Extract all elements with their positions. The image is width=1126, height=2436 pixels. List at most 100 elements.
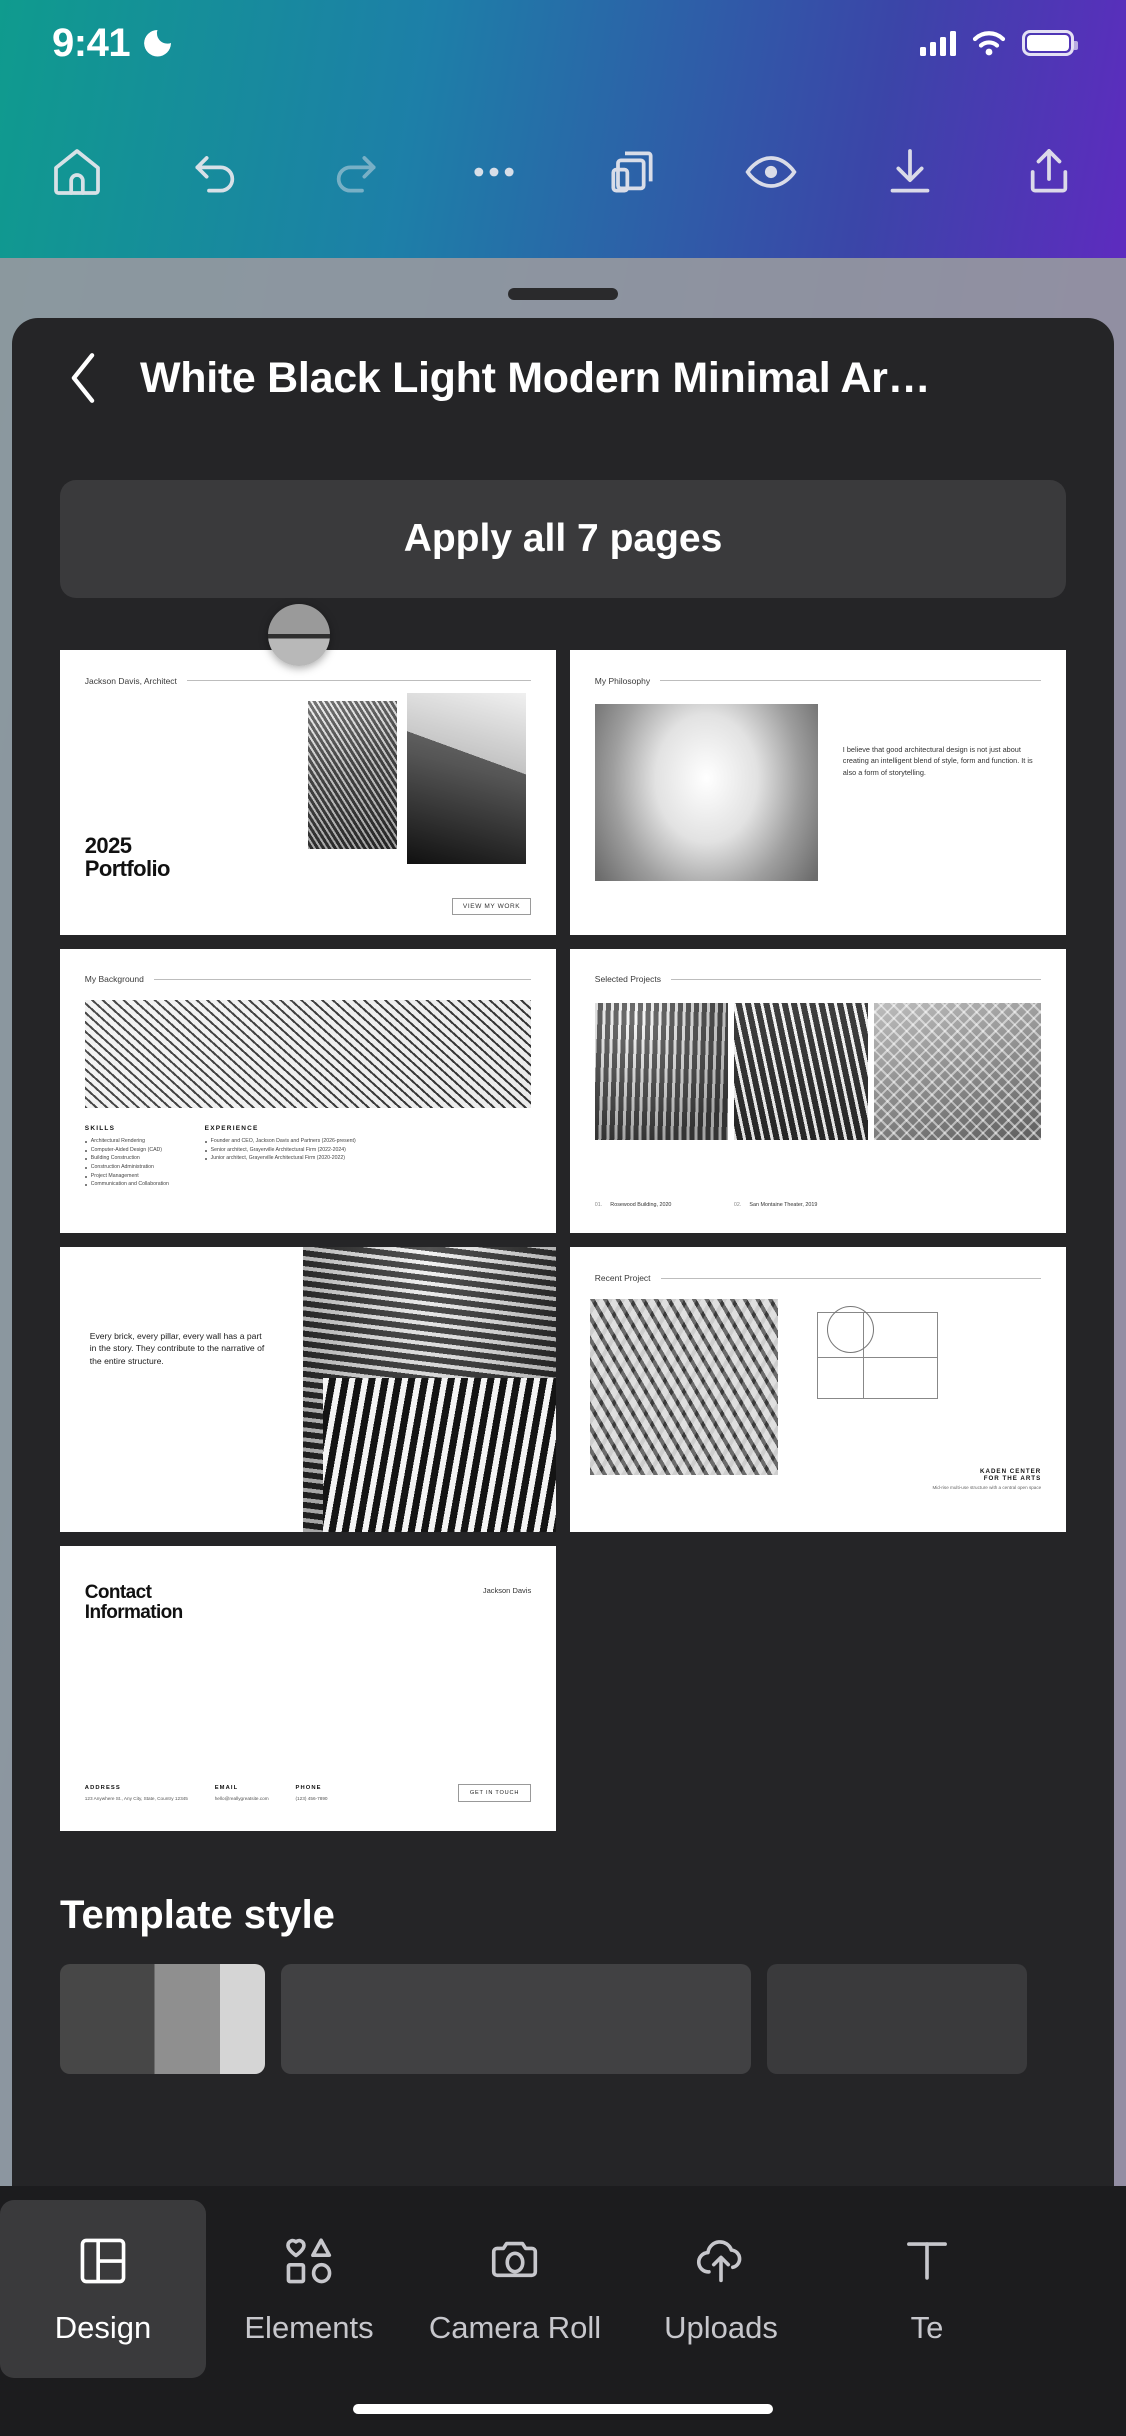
template-thumbnail-6[interactable]: Recent Project KADEN CENTER FOR THE ARTS… [570,1247,1066,1533]
more-options-button[interactable] [445,123,543,221]
template-thumbnail-5[interactable]: Every brick, every pillar, every wall ha… [60,1247,556,1533]
slide1-cta-label: VIEW MY WORK [451,897,532,915]
home-icon [54,149,100,195]
slide4-col-1 [594,1002,729,1140]
project-name-line2: FOR THE ARTS [983,1475,1042,1483]
status-bar: 9:41 [0,0,1126,86]
pages-button[interactable] [583,123,681,221]
back-button[interactable] [60,350,106,406]
moon-icon [144,30,171,57]
slide3-columns: SKILLS Architectural Rendering Computer-… [84,1125,531,1188]
template-style-carousel[interactable] [60,1963,1066,2074]
tab-label: Design [54,2310,152,2345]
slide4-header-row: Selected Projects [595,974,1042,984]
slide4-image-row [594,1002,1042,1140]
status-bar-right [920,30,1078,56]
three-dots-icon [473,167,514,177]
list-item: Founder and CEO, Jackson Davis and Partn… [204,1137,356,1146]
style-card-2[interactable] [281,1963,751,2074]
redo-button[interactable] [306,123,404,221]
slide4-image-1 [594,1002,729,1140]
field-label: EMAIL [214,1785,239,1792]
slide7-contact-fields: ADDRESS 123 Anywhere St., Any City, Stat… [85,1784,532,1803]
slide4-captions: 01. Rosewood Building, 2020 02. San Montai… [595,1202,1041,1208]
slide4-col-2 [734,1002,869,1140]
slide1-title-line2: Portfolio [84,855,171,881]
preview-button[interactable] [722,123,820,221]
download-button[interactable] [861,123,959,221]
drag-touch-indicator[interactable] [268,604,330,666]
slide1-header-row: Jackson Davis, Architect [84,675,532,686]
slide6-image-floorplan [798,1298,957,1413]
template-thumbnail-4[interactable]: Selected Projects 01. Rosewood Building, … [570,948,1066,1234]
list-item: Construction Administration [84,1163,169,1172]
cloud-upload-icon [696,2240,742,2283]
field-label: ADDRESS [84,1785,121,1792]
layout-panels-icon [80,2238,126,2284]
template-thumbnail-1[interactable]: Jackson Davis, Architect 2025 Portfolio … [60,650,556,935]
field-value: (123) 456-7890 [295,1796,328,1802]
project-label: San Montaine Theater, 2019 [749,1201,818,1208]
design-bottom-sheet: White Black Light Modern Minimal Ar… App… [12,318,1114,2436]
field-label: PHONE [295,1785,322,1792]
list-item: Junior architect, Grayerville Architectu… [204,1154,356,1163]
wifi-icon [972,31,1006,56]
list-item: Building Construction [84,1154,169,1163]
slide6-header-text: Recent Project [594,1273,651,1284]
contact-field-address: ADDRESS 123 Anywhere St., Any City, Stat… [85,1785,188,1802]
slide3-image [84,999,532,1109]
tab-uploads[interactable]: Uploads [618,2200,824,2378]
template-thumbnail-2[interactable]: My Philosophy I believe that good archit… [570,650,1066,935]
list-item: Computer-Aided Design (CAD) [84,1146,169,1155]
chevron-left-icon [71,353,95,403]
sheet-drag-handle[interactable] [508,288,618,300]
experience-heading: EXPERIENCE [204,1125,259,1133]
slide3-experience-column: EXPERIENCE Founder and CEO, Jackson Davi… [204,1125,356,1188]
slide3-header-row: My Background [84,974,532,985]
tab-text[interactable]: Te [824,2200,1030,2378]
divider-rule [660,1277,1042,1279]
slide4-col-3 [874,1002,1042,1140]
status-bar-left: 9:41 [52,21,171,66]
home-button[interactable] [28,123,126,221]
skills-list: Architectural Rendering Computer-Aided D… [84,1137,169,1188]
slide1-header-text: Jackson Davis, Architect [84,675,177,686]
apply-all-pages-button[interactable]: Apply all 7 pages [60,480,1066,598]
slide6-image-facade [589,1298,779,1476]
redo-arrow-icon [336,156,376,193]
share-up-icon [1030,149,1068,193]
copy-pages-icon [611,151,653,193]
project-number: 01. [594,1201,603,1208]
share-button[interactable] [1000,123,1098,221]
tab-elements[interactable]: Elements [206,2200,412,2378]
project-caption-1: 01. Rosewood Building, 2020 [595,1202,672,1208]
project-number: 02. [733,1201,742,1208]
undo-arrow-icon [195,156,234,193]
template-thumbnail-3[interactable]: My Background SKILLS Architectural Rende… [60,948,556,1234]
template-thumbnail-7[interactable]: Contact Information Jackson Davis ADDRES… [60,1546,556,1831]
slide7-title: Contact Information [85,1583,184,1623]
slide6-project-caption: KADEN CENTER FOR THE ARTS Mid-rise multi… [932,1468,1041,1492]
slide7-author-name: Jackson Davis [482,1586,532,1596]
slide2-image [594,704,818,881]
undo-button[interactable] [167,123,265,221]
list-item: Senior architect, Grayerville Architectu… [204,1146,356,1155]
sheet-header: White Black Light Modern Minimal Ar… [12,318,1114,438]
status-time: 9:41 [52,20,131,65]
template-style-section: Template style [60,1893,1066,2074]
floorplan-circle [826,1305,875,1354]
slide3-header-text: My Background [84,974,144,985]
style-card-1[interactable] [60,1963,265,2074]
style-card-3[interactable] [767,1963,1027,2074]
tab-camera-roll[interactable]: Camera Roll [412,2200,618,2378]
project-label: Rosewood Building, 2020 [610,1201,672,1208]
tab-design[interactable]: Design [0,2200,206,2378]
template-style-heading: Template style [60,1892,335,1937]
slide1-title: 2025 Portfolio [84,834,171,881]
slide3-skills-column: SKILLS Architectural Rendering Computer-… [84,1125,169,1188]
editor-top-toolbar [0,86,1126,258]
shapes-icon [286,2238,332,2284]
cellular-signal-icon [920,30,956,56]
tab-label: Camera Roll [428,2310,602,2345]
tab-label: Uploads [664,2310,778,2345]
